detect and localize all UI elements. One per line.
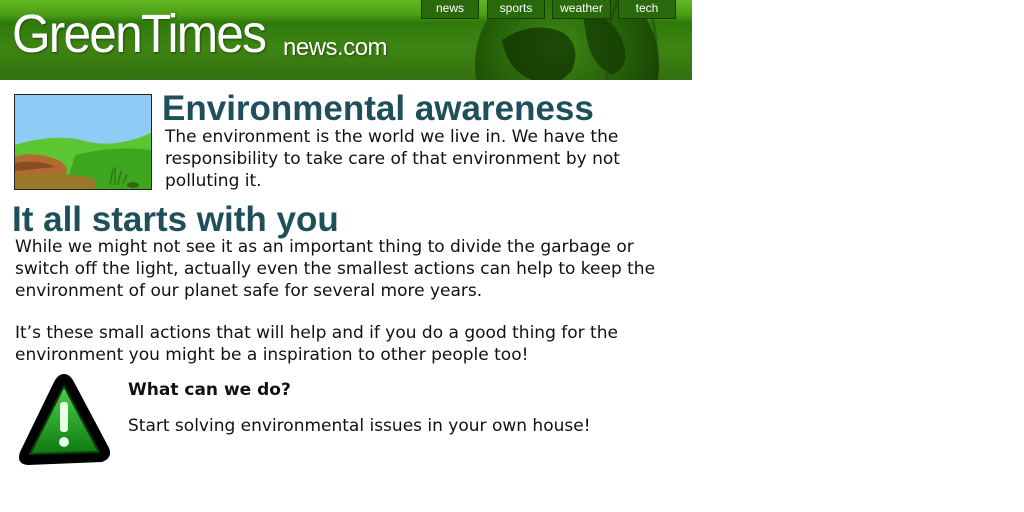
warning-icon	[19, 374, 111, 465]
logo-main-text: GreenTimes	[12, 4, 267, 64]
intro-paragraph: The environment is the world we live in.…	[165, 127, 620, 191]
landscape-image	[14, 94, 152, 190]
section-heading: It all starts with you	[12, 200, 339, 239]
nav-sports[interactable]: sports	[487, 0, 545, 19]
tip-title: What can we do?	[128, 380, 291, 400]
site-logo[interactable]: GreenTimes	[12, 4, 287, 64]
nav-weather[interactable]: weather	[552, 0, 611, 19]
logo-sub-text: news.com	[283, 34, 388, 61]
page-title: Environmental awareness	[162, 89, 594, 128]
page: GreenTimes news.com news sports weather …	[0, 0, 1024, 512]
tip-text: Start solving environmental issues in yo…	[128, 416, 591, 436]
body-paragraph-1: While we might not see it as an importan…	[15, 237, 656, 301]
body-paragraph-2: It’s these small actions that will help …	[15, 323, 618, 365]
nav-news[interactable]: news	[421, 0, 479, 19]
nav-tech[interactable]: tech	[618, 0, 676, 19]
header-banner: GreenTimes news.com news sports weather …	[0, 0, 692, 80]
